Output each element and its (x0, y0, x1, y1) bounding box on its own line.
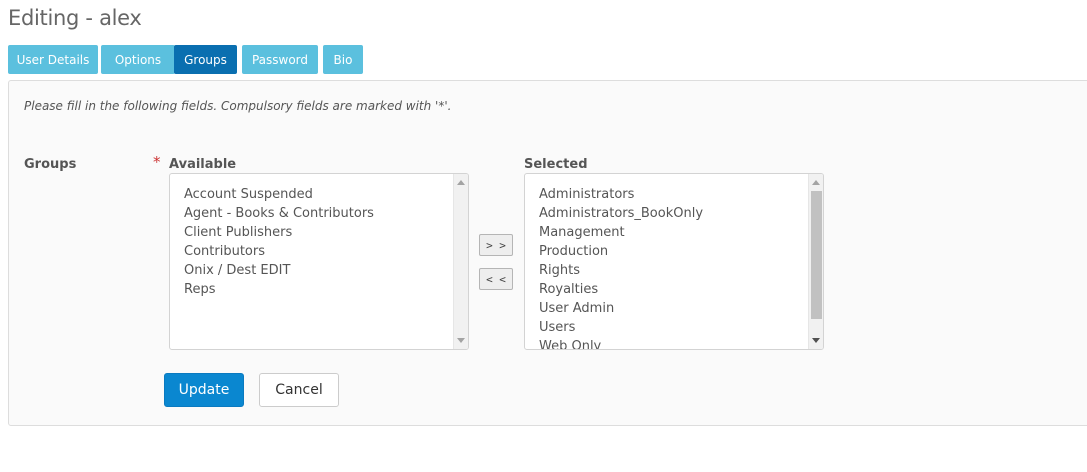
available-groups-list[interactable]: Account Suspended Agent - Books & Contri… (169, 173, 469, 350)
list-item[interactable]: User Admin (539, 299, 823, 318)
scroll-thumb[interactable] (811, 191, 822, 319)
list-item[interactable]: Users (539, 318, 823, 337)
selected-groups-list[interactable]: Administrators Administrators_BookOnly M… (524, 173, 824, 350)
list-item[interactable]: Account Suspended (184, 185, 468, 204)
tab-groups[interactable]: Groups (174, 45, 237, 74)
groups-label: Groups (24, 157, 77, 172)
available-heading: Available (169, 157, 237, 172)
tab-bio[interactable]: Bio (323, 45, 363, 74)
cancel-button[interactable]: Cancel (259, 373, 339, 407)
scroll-down-arrow-icon[interactable] (457, 338, 465, 343)
list-item[interactable]: Production (539, 242, 823, 261)
list-item[interactable]: Administrators (539, 185, 823, 204)
list-item[interactable]: Administrators_BookOnly (539, 204, 823, 223)
available-scrollbar[interactable] (453, 174, 468, 349)
scroll-up-arrow-icon[interactable] (457, 180, 465, 185)
selected-scrollbar[interactable] (808, 174, 823, 349)
page-title: Editing - alex (8, 6, 142, 30)
remove-from-selected-button[interactable]: < < (479, 268, 513, 290)
list-item[interactable]: Management (539, 223, 823, 242)
list-item[interactable]: Client Publishers (184, 223, 468, 242)
list-item[interactable]: Rights (539, 261, 823, 280)
list-item[interactable]: Contributors (184, 242, 468, 261)
list-item[interactable]: Web Only (539, 337, 823, 349)
tab-password[interactable]: Password (242, 45, 318, 74)
scroll-down-arrow-icon[interactable] (812, 338, 820, 343)
update-button[interactable]: Update (164, 373, 244, 407)
scroll-up-arrow-icon[interactable] (812, 180, 820, 185)
list-item[interactable]: Agent - Books & Contributors (184, 204, 468, 223)
list-item[interactable]: Reps (184, 280, 468, 299)
add-to-selected-button[interactable]: > > (479, 234, 513, 256)
selected-heading: Selected (524, 157, 588, 172)
list-item[interactable]: Royalties (539, 280, 823, 299)
form-instructions: Please fill in the following fields. Com… (24, 99, 452, 113)
tab-user-details[interactable]: User Details (8, 45, 98, 74)
list-item[interactable]: Onix / Dest EDIT (184, 261, 468, 280)
tab-options[interactable]: Options (101, 45, 175, 74)
required-marker: * (153, 153, 161, 171)
